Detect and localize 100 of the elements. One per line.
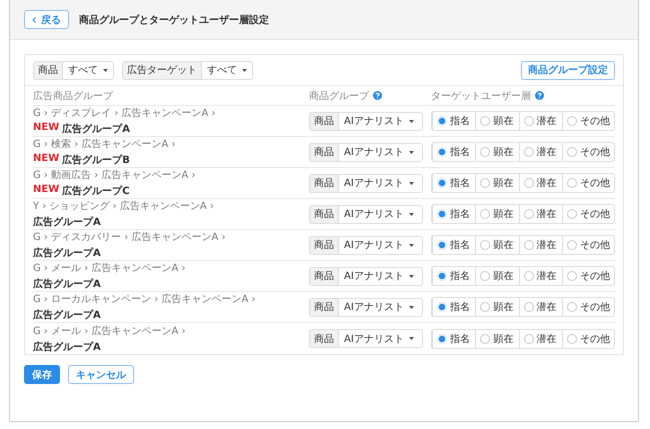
radio-button[interactable] [566,240,577,250]
radio-option[interactable]: 顕在 [475,298,519,316]
cancel-button[interactable]: キャンセル [68,365,134,384]
ad-group-name: 広告グループB [62,153,130,167]
page-title: 商品グループとターゲットユーザー層設定 [79,13,269,26]
radio-option[interactable]: 顕在 [475,112,519,130]
help-icon[interactable] [373,91,382,100]
radio-button[interactable] [566,209,577,219]
radio-button[interactable] [437,302,447,312]
dropdown[interactable]: すべて [202,62,252,78]
radio-button[interactable] [524,116,534,126]
group-settings-button[interactable]: 商品グループ設定 [521,60,615,80]
ad-group-name: 広告グループA [33,246,101,260]
radio-button[interactable] [524,209,534,219]
radio-button[interactable] [437,271,447,281]
radio-button[interactable] [566,302,577,312]
radio-option[interactable]: その他 [562,267,614,285]
dropdown[interactable]: AIアナリスト [339,268,419,284]
radio-button[interactable] [437,116,447,126]
radio-button[interactable] [437,178,447,188]
radio-option[interactable]: 潜在 [518,112,562,130]
dropdown[interactable]: AIアナリスト [339,330,419,347]
radio-button[interactable] [524,334,534,344]
radio-option[interactable]: その他 [562,298,614,316]
radio-option[interactable]: 指名 [432,236,476,254]
help-icon[interactable] [535,91,544,100]
radio-button[interactable] [437,240,447,250]
radio-button[interactable] [480,116,490,126]
radio-option[interactable]: 指名 [432,112,476,130]
radio-button[interactable] [480,334,490,344]
radio-option[interactable]: 指名 [432,330,476,348]
back-button[interactable]: 戻る [24,10,69,29]
new-label: NEW [33,184,60,197]
breadcrumb-path: G › ローカルキャンペーン › 広告キャンペーンA › [33,292,256,306]
dropdown[interactable]: AIアナリスト [339,144,419,160]
dropdown[interactable]: AIアナリスト [339,236,419,254]
radio-option[interactable]: 顕在 [475,174,519,192]
radio-button[interactable] [524,178,534,188]
ad-group-name: 広告グループA [62,122,130,136]
radio-button[interactable] [480,302,490,312]
radio-option[interactable]: 潜在 [518,143,562,161]
radio-option[interactable]: 指名 [432,143,476,161]
radio-button[interactable] [566,116,577,126]
radio-option[interactable]: 潜在 [518,298,562,316]
radio-option[interactable]: 顕在 [475,330,519,348]
radio-option[interactable]: その他 [562,205,614,223]
radio-option[interactable]: 顕在 [475,236,519,254]
radio-button[interactable] [480,240,490,250]
radio-option[interactable]: 顕在 [475,143,519,161]
radio-button[interactable] [566,147,577,157]
radio-button[interactable] [437,334,447,344]
radio-button[interactable] [566,271,577,281]
save-button[interactable]: 保存 [24,365,60,384]
select-label: 商品 [310,206,339,222]
dropdown[interactable]: AIアナリスト [339,174,419,192]
radio-button[interactable] [437,209,447,219]
radio-button[interactable] [437,147,447,157]
dropdown[interactable]: AIアナリスト [339,298,419,316]
radio-button[interactable] [480,209,490,219]
radio-option[interactable]: 潜在 [518,236,562,254]
ad-group-name: 広告グループA [33,277,101,291]
radio-option[interactable]: 顕在 [475,267,519,285]
radio-button[interactable] [480,178,490,188]
radio-option[interactable]: 潜在 [518,267,562,285]
radio-option[interactable]: 潜在 [518,174,562,192]
caret-icon [408,274,414,278]
radio-option[interactable]: その他 [562,174,614,192]
radio-option[interactable]: 指名 [432,267,476,285]
caret-icon [408,150,414,154]
radio-option[interactable]: その他 [562,112,614,130]
radio-button[interactable] [524,302,534,312]
radio-option[interactable]: その他 [562,143,614,161]
new-label: NEW [33,122,60,135]
breadcrumb-path: Y › ショッピング › 広告キャンペーンA › [33,200,215,213]
radio-option[interactable]: その他 [562,236,614,254]
breadcrumb-path: G › 検索 › 広告キャンペーンA › [33,138,176,151]
dropdown[interactable]: AIアナリスト [339,206,419,222]
breadcrumb-path: G › メール › 広告キャンペーンA › [33,324,186,338]
radio-option[interactable]: 顕在 [475,205,519,223]
select-label: 商品 [310,236,339,254]
radio-button[interactable] [524,240,534,250]
radio-button[interactable] [480,147,490,157]
dropdown[interactable]: すべて [63,62,113,78]
breadcrumb-path: G › ディスカバリー › 広告キャンペーンA › [33,230,226,244]
radio-button[interactable] [524,147,534,157]
radio-option[interactable]: 潜在 [518,205,562,223]
radio-button[interactable] [524,271,534,281]
radio-option[interactable]: 指名 [432,174,476,192]
radio-option[interactable]: 指名 [432,205,476,223]
radio-button[interactable] [480,271,490,281]
caret-icon [408,212,414,216]
breadcrumb-path: G › 動画広告 › 広告キャンペーンA › [33,168,196,182]
radio-option[interactable]: 潜在 [518,330,562,348]
select-label: 商品 [310,112,339,130]
dropdown[interactable]: AIアナリスト [339,112,419,130]
radio-option[interactable]: 指名 [432,298,476,316]
select-label: 商品 [310,330,339,347]
radio-button[interactable] [566,178,577,188]
radio-option[interactable]: その他 [562,330,614,348]
radio-button[interactable] [566,334,577,344]
